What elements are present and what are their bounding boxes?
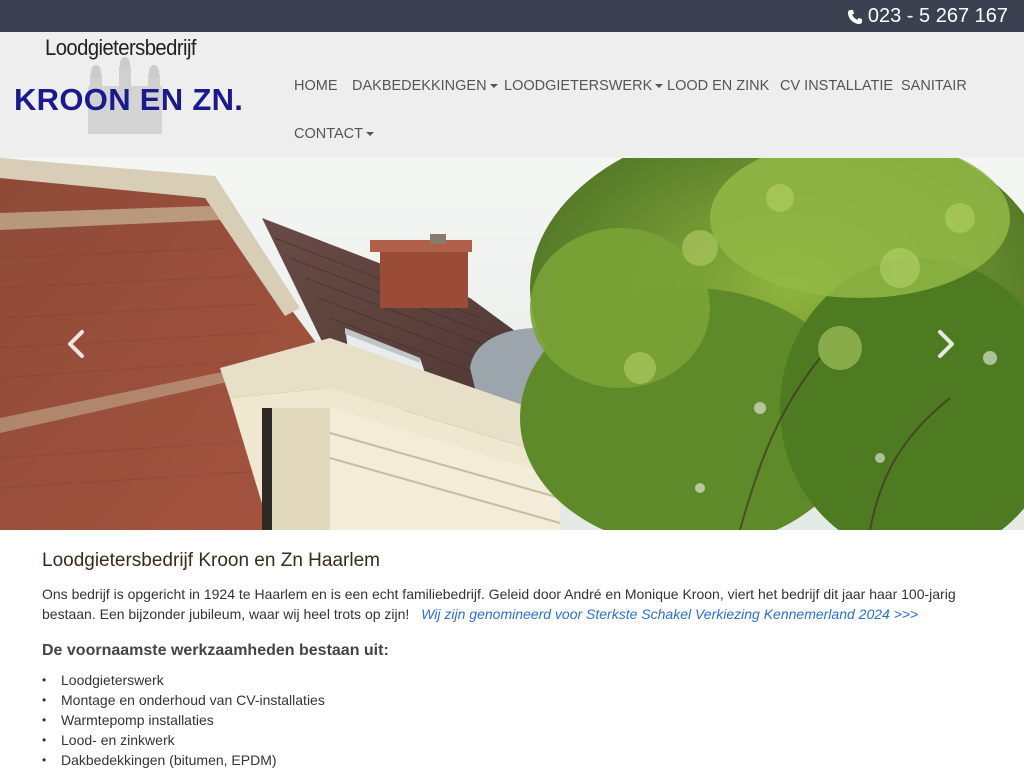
- chevron-right-icon: [938, 330, 954, 358]
- nav-item-loodgieterswerk[interactable]: LOODGIETERSWERK: [504, 78, 664, 94]
- nav-label-contact: CONTACT: [294, 126, 364, 142]
- nav-item-dakbedekkingen[interactable]: DAKBEDEKKINGEN: [352, 78, 498, 94]
- site-header: Loodgietersbedrijf KROON EN ZN. HOME DAK…: [0, 32, 1024, 158]
- carousel-next-button[interactable]: [934, 326, 958, 362]
- phone-icon: [847, 9, 862, 24]
- hero-image: [0, 158, 1024, 530]
- phone-number: 023 - 5 267 167: [867, 5, 1008, 27]
- page-title: Loodgietersbedrijf Kroon en Zn Haarlem: [42, 550, 380, 571]
- list-item: Dakbedekkingen (bitumen, EPDM): [42, 750, 982, 768]
- carousel-prev-button[interactable]: [64, 326, 88, 362]
- caret-down-icon: [366, 132, 375, 137]
- nav-item-contact[interactable]: CONTACT: [294, 126, 375, 142]
- chevron-left-icon: [68, 330, 84, 358]
- nav-label-sanitair: SANITAIR: [901, 78, 967, 94]
- services-heading: De voornaamste werkzaamheden bestaan uit…: [42, 642, 389, 659]
- caret-down-icon: [489, 84, 498, 89]
- nomination-link[interactable]: Wij zijn genomineerd voor Sterkste Schak…: [421, 606, 918, 622]
- hero-carousel: [0, 158, 1024, 530]
- top-bar: 023 - 5 267 167: [0, 0, 1024, 32]
- logo-brand-name: KROON EN ZN.: [14, 82, 244, 117]
- nav-label-home: HOME: [294, 78, 338, 94]
- nav-item-lood-en-zink[interactable]: LOOD EN ZINK: [667, 78, 769, 94]
- nav-item-cv-installatie[interactable]: CV INSTALLATIE: [780, 78, 893, 94]
- nav-label-loodgieterswerk: LOODGIETERSWERK: [504, 78, 653, 94]
- nav-item-home[interactable]: HOME: [294, 78, 338, 94]
- services-list: Loodgieterswerk Montage en onderhoud van…: [42, 670, 982, 768]
- nav-label-lood-en-zink: LOOD EN ZINK: [667, 78, 770, 94]
- list-item: Lood- en zinkwerk: [42, 730, 982, 750]
- main-content: Loodgietersbedrijf Kroon en Zn Haarlem O…: [42, 550, 982, 768]
- list-item: Warmtepomp installaties: [42, 710, 982, 730]
- site-logo[interactable]: Loodgietersbedrijf KROON EN ZN.: [10, 32, 260, 158]
- intro-paragraph: Ons bedrijf is opgericht in 1924 te Haar…: [42, 584, 982, 624]
- nav-label-cv-installatie: CV INSTALLATIE: [780, 78, 894, 94]
- nav-label-dakbedekkingen: DAKBEDEKKINGEN: [352, 78, 487, 94]
- list-item: Loodgieterswerk: [42, 670, 982, 690]
- phone-contact[interactable]: 023 - 5 267 167: [847, 5, 1008, 28]
- caret-down-icon: [655, 84, 664, 89]
- list-item: Montage en onderhoud van CV-installaties: [42, 690, 982, 710]
- nav-item-sanitair[interactable]: SANITAIR: [901, 78, 967, 94]
